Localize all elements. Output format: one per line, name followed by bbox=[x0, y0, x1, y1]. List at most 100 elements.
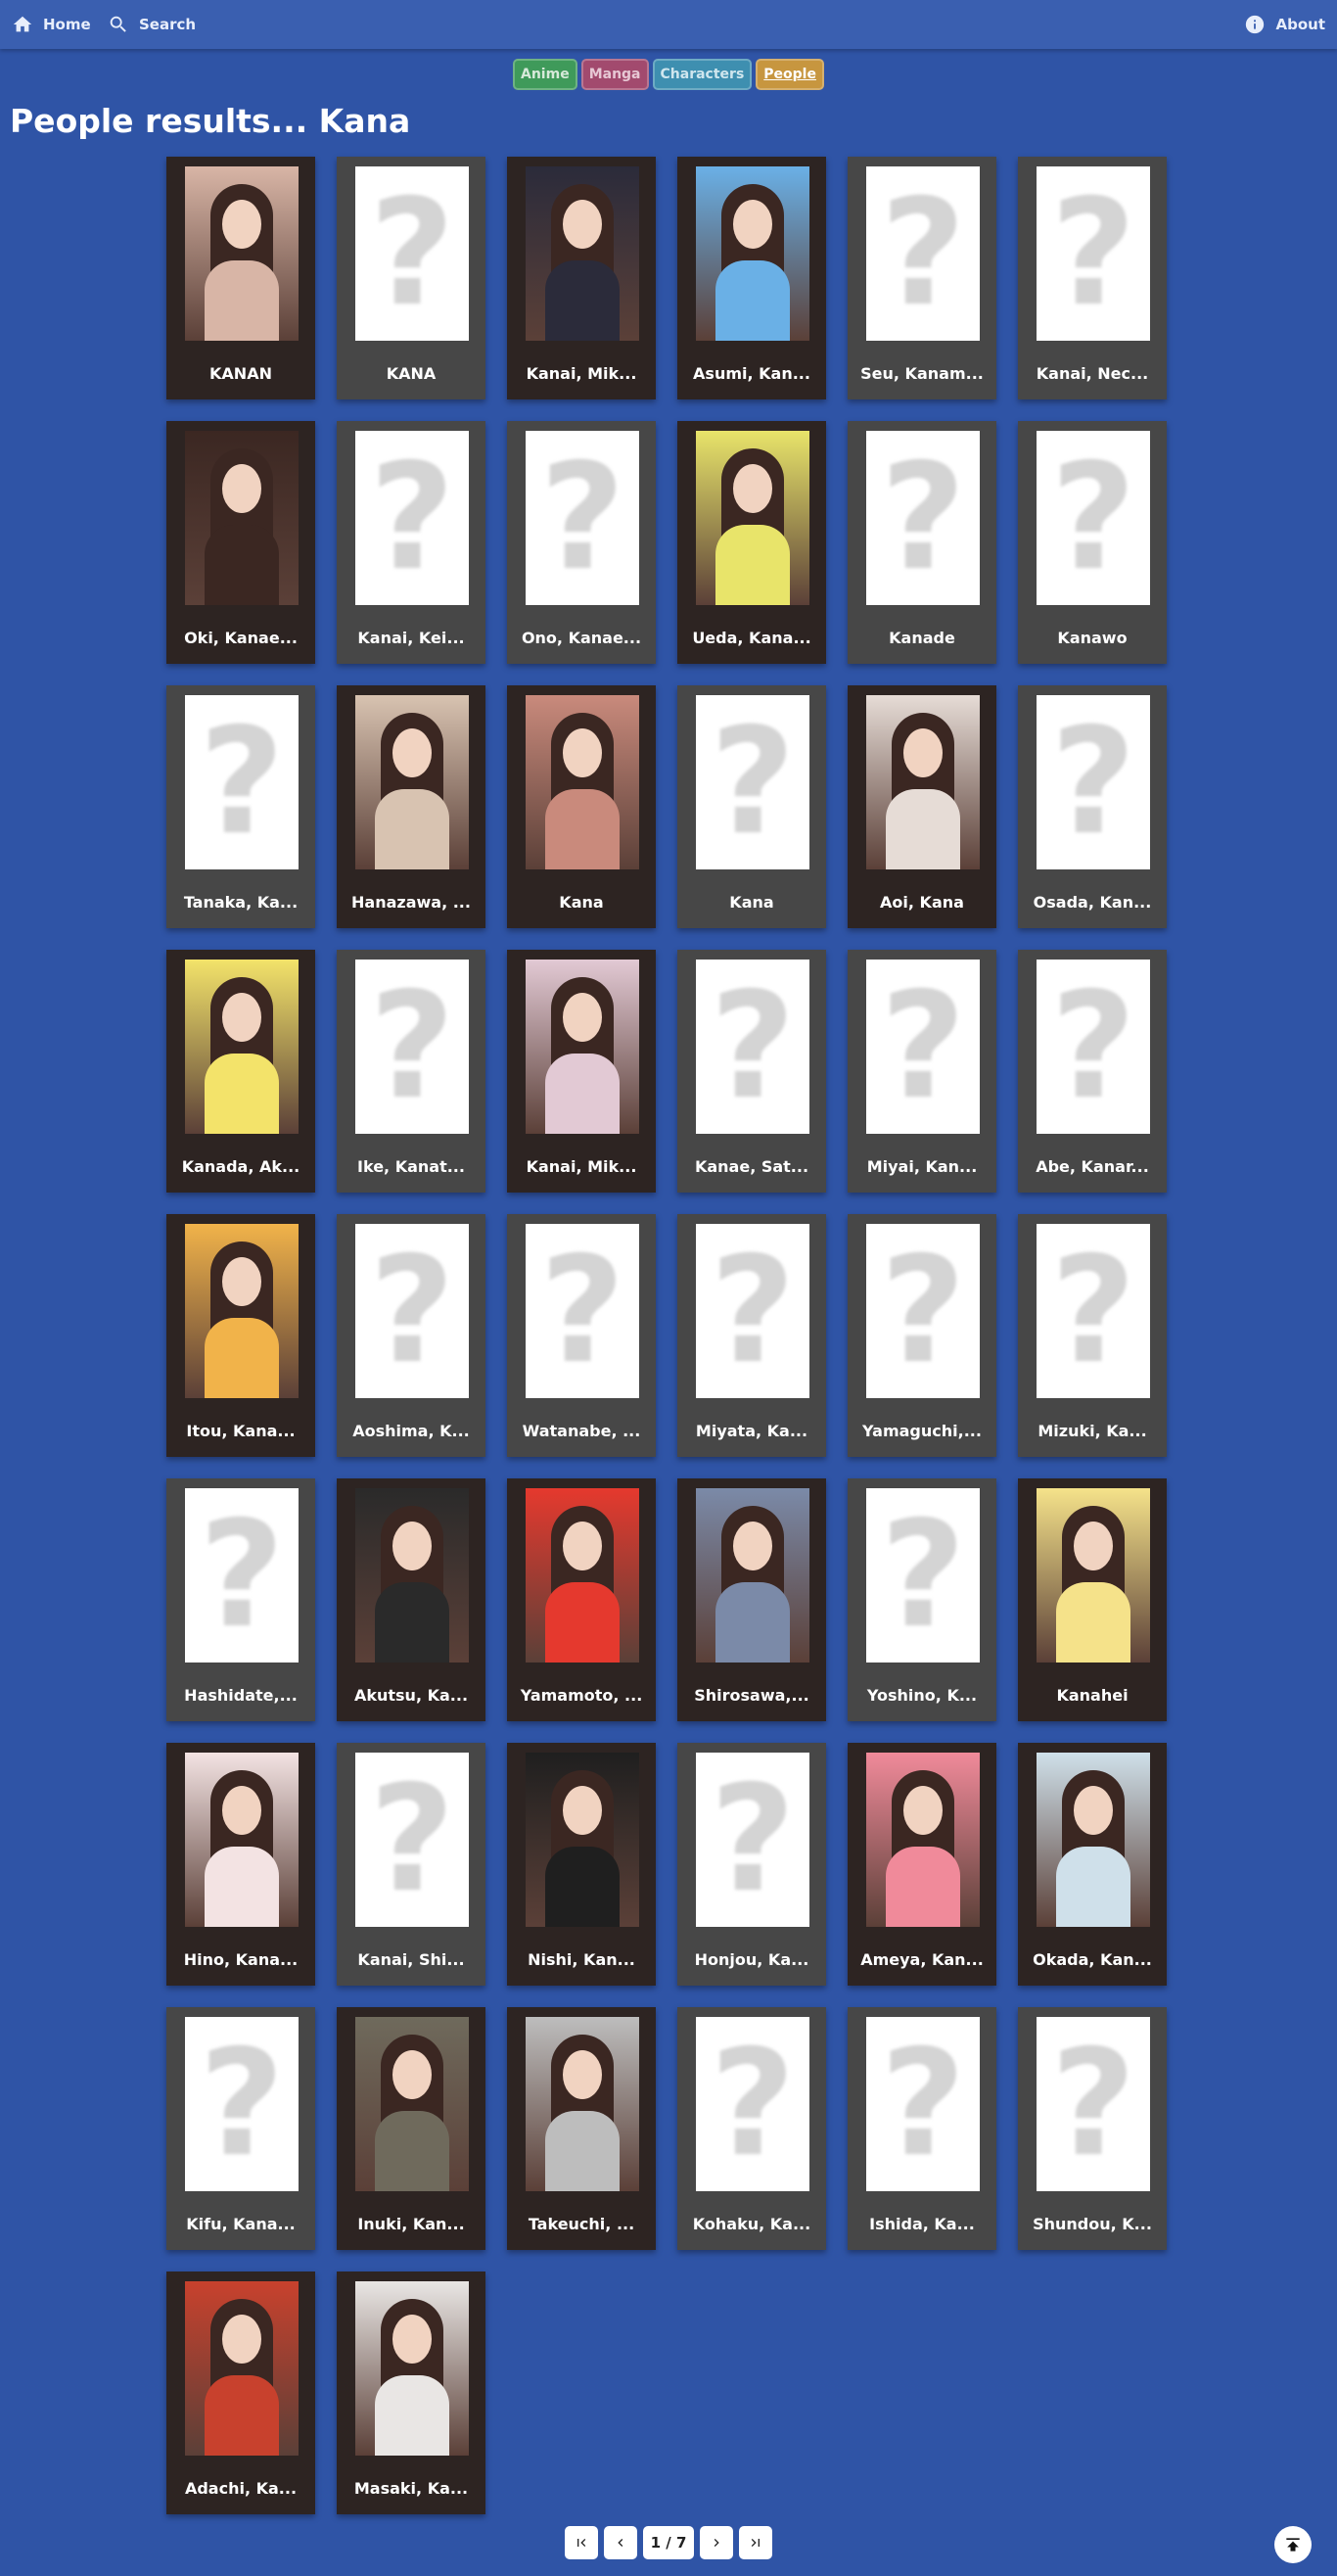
nav-home-link[interactable]: Home bbox=[12, 12, 91, 37]
no-image-placeholder: ? bbox=[1037, 166, 1150, 341]
tab-anime[interactable]: Anime bbox=[513, 59, 577, 90]
person-card[interactable]: ? Kanai, Shi... bbox=[337, 1743, 485, 1986]
no-image-placeholder: ? bbox=[696, 1753, 809, 1927]
person-card[interactable]: KANAN bbox=[166, 157, 315, 399]
question-mark-icon: ? bbox=[710, 1755, 796, 1925]
person-card[interactable]: ? Miyai, Kan... bbox=[848, 950, 996, 1193]
photo-body-shape bbox=[545, 1847, 620, 1927]
photo-body-shape bbox=[715, 260, 790, 341]
person-card[interactable]: Hanazawa, ... bbox=[337, 685, 485, 928]
person-card[interactable]: ? Abe, Kanar... bbox=[1018, 950, 1167, 1193]
info-icon bbox=[1246, 15, 1265, 34]
person-card[interactable]: Inuki, Kan... bbox=[337, 2007, 485, 2250]
photo-face-shape bbox=[222, 1786, 261, 1835]
person-card[interactable]: ? Watanabe, ... bbox=[507, 1214, 656, 1457]
person-card[interactable]: ? Kanai, Nec... bbox=[1018, 157, 1167, 399]
person-card[interactable]: ? Ike, Kanat... bbox=[337, 950, 485, 1193]
photo-body-shape bbox=[545, 1054, 620, 1134]
tab-manga[interactable]: Manga bbox=[580, 59, 649, 90]
person-name: Masaki, Ka... bbox=[353, 2479, 469, 2498]
no-image-placeholder: ? bbox=[355, 431, 469, 605]
person-card[interactable]: Shirosawa,... bbox=[677, 1478, 826, 1721]
person-card[interactable]: Masaki, Ka... bbox=[337, 2272, 485, 2514]
person-card[interactable]: ? Hashidate,... bbox=[166, 1478, 315, 1721]
person-name: Aoshima, K... bbox=[352, 1422, 470, 1440]
question-mark-icon: ? bbox=[1050, 168, 1136, 339]
photo-body-shape bbox=[205, 1847, 279, 1927]
person-card[interactable]: Kanai, Mik... bbox=[507, 950, 656, 1193]
last-page-button[interactable] bbox=[739, 2526, 773, 2559]
person-card[interactable]: ? KANA bbox=[337, 157, 485, 399]
person-name: Hanazawa, ... bbox=[351, 893, 471, 912]
search-icon bbox=[110, 16, 126, 32]
person-card[interactable]: ? Kohaku, Ka... bbox=[677, 2007, 826, 2250]
person-card[interactable]: ? Seu, Kanam... bbox=[848, 157, 996, 399]
person-card[interactable]: Itou, Kana... bbox=[166, 1214, 315, 1457]
person-card[interactable]: Akutsu, Ka... bbox=[337, 1478, 485, 1721]
person-card[interactable]: ? Kifu, Kana... bbox=[166, 2007, 315, 2250]
person-card[interactable]: Nishi, Kan... bbox=[507, 1743, 656, 1986]
person-card[interactable]: Ueda, Kana... bbox=[677, 421, 826, 664]
scroll-to-top-button[interactable] bbox=[1274, 2526, 1312, 2563]
no-image-placeholder: ? bbox=[696, 1224, 809, 1398]
person-card[interactable]: ? Honjou, Ka... bbox=[677, 1743, 826, 1986]
next-page-button[interactable] bbox=[700, 2526, 734, 2559]
question-mark-icon: ? bbox=[880, 1226, 966, 1396]
person-card[interactable]: ? Yamaguchi,... bbox=[848, 1214, 996, 1457]
person-card[interactable]: Hino, Kana... bbox=[166, 1743, 315, 1986]
person-card[interactable]: Aoi, Kana bbox=[848, 685, 996, 928]
person-card[interactable]: ? Shundou, K... bbox=[1018, 2007, 1167, 2250]
person-card[interactable]: ? Kanai, Kei... bbox=[337, 421, 485, 664]
person-card[interactable]: ? Kana bbox=[677, 685, 826, 928]
person-name: Kanada, Ak... bbox=[181, 1157, 300, 1176]
person-card[interactable]: ? Mizuki, Ka... bbox=[1018, 1214, 1167, 1457]
nav-about-link[interactable]: About bbox=[1244, 12, 1325, 37]
question-mark-icon: ? bbox=[1050, 433, 1136, 603]
person-card[interactable]: Adachi, Ka... bbox=[166, 2272, 315, 2514]
person-card[interactable]: Oki, Kanae... bbox=[166, 421, 315, 664]
person-card[interactable]: ? Kanade bbox=[848, 421, 996, 664]
photo-face-shape bbox=[222, 464, 261, 513]
person-name: Ono, Kanae... bbox=[521, 629, 642, 647]
person-card[interactable]: Takeuchi, ... bbox=[507, 2007, 656, 2250]
no-image-placeholder: ? bbox=[1037, 1224, 1150, 1398]
person-card[interactable]: Okada, Kan... bbox=[1018, 1743, 1167, 1986]
photo-face-shape bbox=[903, 1786, 943, 1835]
person-card[interactable]: Kanahei bbox=[1018, 1478, 1167, 1721]
person-card[interactable]: ? Miyata, Ka... bbox=[677, 1214, 826, 1457]
person-card[interactable]: Yamamoto, ... bbox=[507, 1478, 656, 1721]
person-card[interactable]: ? Kanae, Sat... bbox=[677, 950, 826, 1193]
photo-face-shape bbox=[1074, 1522, 1113, 1570]
person-card[interactable]: ? Osada, Kan... bbox=[1018, 685, 1167, 928]
photo-body-shape bbox=[1056, 1847, 1130, 1927]
photo-body-shape bbox=[545, 1582, 620, 1663]
person-card[interactable]: ? Yoshino, K... bbox=[848, 1478, 996, 1721]
tab-characters[interactable]: Characters bbox=[652, 59, 753, 90]
first-page-button[interactable] bbox=[564, 2526, 598, 2559]
person-name: Kanade bbox=[889, 629, 955, 647]
person-name: Kanawo bbox=[1057, 629, 1128, 647]
person-card[interactable]: Asumi, Kan... bbox=[677, 157, 826, 399]
person-card[interactable]: ? Ishida, Ka... bbox=[848, 2007, 996, 2250]
person-card[interactable]: Kana bbox=[507, 685, 656, 928]
person-card[interactable]: ? Aoshima, K... bbox=[337, 1214, 485, 1457]
question-mark-icon: ? bbox=[369, 961, 455, 1132]
person-name: Kanahei bbox=[1056, 1686, 1129, 1705]
tab-people[interactable]: People bbox=[756, 59, 824, 90]
person-card[interactable]: Kanada, Ak... bbox=[166, 950, 315, 1193]
nav-search-link[interactable]: Search bbox=[108, 12, 196, 37]
first-page-icon bbox=[576, 2539, 585, 2547]
person-name: Miyai, Kan... bbox=[866, 1157, 978, 1176]
person-card[interactable]: ? Tanaka, Ka... bbox=[166, 685, 315, 928]
home-icon bbox=[13, 16, 32, 32]
person-card[interactable]: ? Ono, Kanae... bbox=[507, 421, 656, 664]
person-card[interactable]: Kanai, Mik... bbox=[507, 157, 656, 399]
person-card[interactable]: Ameya, Kan... bbox=[848, 1743, 996, 1986]
photo-body-shape bbox=[375, 2111, 449, 2191]
person-photo bbox=[185, 1224, 299, 1398]
question-mark-icon: ? bbox=[880, 2019, 966, 2189]
photo-body-shape bbox=[545, 789, 620, 869]
person-card[interactable]: ? Kanawo bbox=[1018, 421, 1167, 664]
prev-page-button[interactable] bbox=[603, 2526, 637, 2559]
person-name: Itou, Kana... bbox=[186, 1422, 296, 1440]
